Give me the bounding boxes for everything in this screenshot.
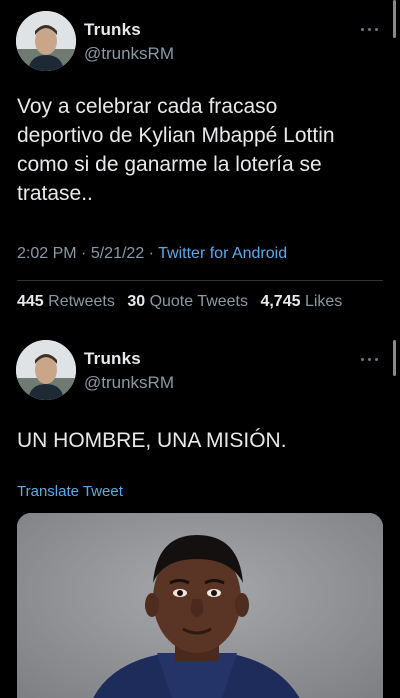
author-info[interactable]: Trunks @trunksRM xyxy=(84,20,174,64)
quote-tweets-count: 30 xyxy=(127,293,146,310)
avatar[interactable] xyxy=(16,340,76,400)
tweet-time[interactable]: 2:02 PM xyxy=(17,245,77,262)
tweet-stats: 445 Retweets 30 Quote Tweets 4,745 Likes xyxy=(17,293,342,311)
quote-tweets-stat[interactable]: 30 Quote Tweets xyxy=(127,293,248,310)
tweet-text: Voy a celebrar cada fracaso deportivo de… xyxy=(17,92,387,208)
tweet-source-link[interactable]: Twitter for Android xyxy=(158,245,287,262)
tweet-text: UN HOMBRE, UNA MISIÓN. xyxy=(17,429,287,452)
more-options-icon[interactable] xyxy=(358,24,382,34)
tweet-media[interactable] xyxy=(17,513,383,698)
avatar-photo-icon xyxy=(16,11,76,71)
avatar-photo-icon xyxy=(16,340,76,400)
tweet-quoted: Trunks @trunksRM UN HOMBRE, UNA MISIÓN. … xyxy=(0,340,400,698)
scrollbar[interactable] xyxy=(393,0,396,38)
photo-of-player-icon xyxy=(17,513,383,698)
translate-tweet-link[interactable]: Translate Tweet xyxy=(17,483,123,500)
author-name[interactable]: Trunks xyxy=(84,349,174,369)
tweet-meta: 2:02 PM · 5/21/22 · Twitter for Android xyxy=(17,245,287,263)
tweet-text-line: Voy a celebrar cada fracaso xyxy=(17,95,278,118)
likes-count: 4,745 xyxy=(260,293,301,310)
retweets-stat[interactable]: 445 Retweets xyxy=(17,293,115,310)
retweets-count: 445 xyxy=(17,293,44,310)
author-handle[interactable]: @trunksRM xyxy=(84,373,174,393)
avatar[interactable] xyxy=(16,11,76,71)
more-options-icon[interactable] xyxy=(358,354,382,364)
scrollbar[interactable] xyxy=(393,340,396,376)
tweet-date[interactable]: 5/21/22 xyxy=(91,245,144,262)
meta-separator: · xyxy=(148,245,159,262)
likes-stat[interactable]: 4,745 Likes xyxy=(260,293,342,310)
quote-tweets-label: Quote Tweets xyxy=(149,293,248,310)
author-name[interactable]: Trunks xyxy=(84,20,174,40)
divider xyxy=(17,280,383,281)
author-info[interactable]: Trunks @trunksRM xyxy=(84,349,174,393)
author-handle[interactable]: @trunksRM xyxy=(84,44,174,64)
tweet-main: Trunks @trunksRM Voy a celebrar cada fra… xyxy=(0,0,400,340)
meta-separator: · xyxy=(81,245,91,262)
likes-label: Likes xyxy=(304,293,343,310)
retweets-label: Retweets xyxy=(48,293,115,310)
tweet-text-line: tratase.. xyxy=(17,182,93,205)
tweet-text-line: como si de ganarme la lotería se xyxy=(17,153,322,176)
tweet-text-line: deportivo de Kylian Mbappé Lottin xyxy=(17,124,335,147)
